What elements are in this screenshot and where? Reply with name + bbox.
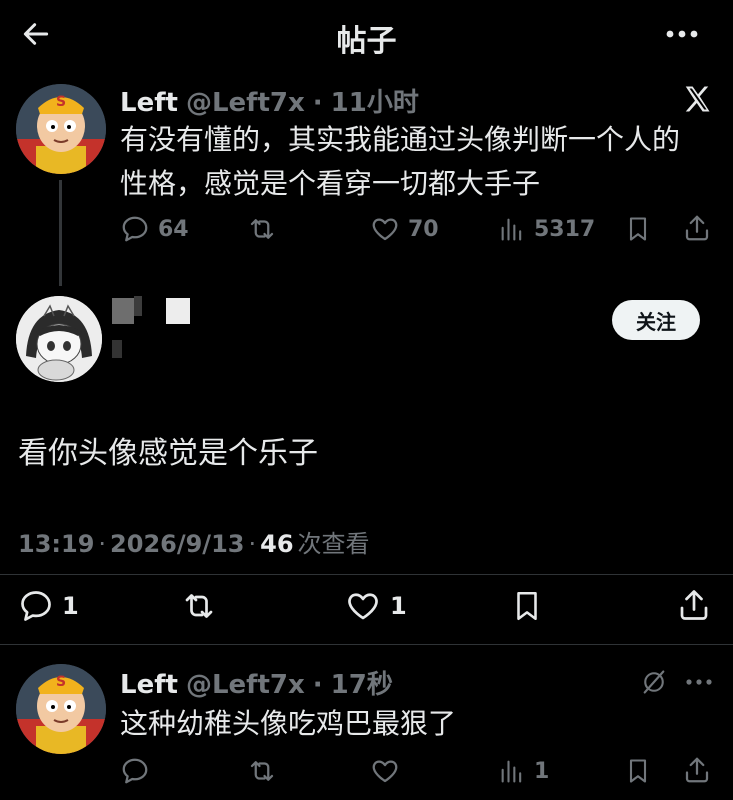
- divider: [0, 574, 733, 575]
- reply-count: 1: [62, 592, 79, 620]
- post-text-line: 性格，感觉是个看穿一切都大手子: [120, 167, 541, 200]
- redacted-name-block: [112, 298, 134, 324]
- comment-icon: [122, 758, 148, 784]
- post-time[interactable]: 13:19: [18, 530, 94, 558]
- redacted-name-block: [134, 296, 142, 316]
- cartoon-avatar-icon: S: [16, 664, 106, 754]
- views-count: 1: [534, 758, 550, 784]
- post-header: Left @Left7x · 17秒: [120, 664, 393, 701]
- x-logo-icon: [682, 84, 712, 114]
- post-time[interactable]: 11小时: [331, 82, 419, 119]
- more-horizontal-icon: [666, 30, 698, 38]
- thread-line: [59, 180, 62, 286]
- share-button[interactable]: [682, 754, 712, 786]
- like-button[interactable]: [370, 756, 400, 786]
- post-text-line: 有没有懂的，其实我能通过头像判断一个人的: [120, 123, 681, 156]
- reply-text: 这种幼稚头像吃鸡巴最狠了: [120, 707, 457, 740]
- separator: ·: [312, 88, 323, 118]
- heart-icon: [372, 218, 398, 241]
- reply-text: 看你头像感觉是个乐子: [18, 436, 318, 471]
- post-text: 有没有懂的，其实我能通过头像判断一个人的 性格，感觉是个看穿一切都大手子: [120, 118, 720, 206]
- reply-count: 64: [158, 216, 189, 242]
- avatar[interactable]: S: [16, 664, 106, 754]
- bookmark-button[interactable]: [624, 214, 652, 244]
- svg-text:S: S: [56, 94, 66, 110]
- bookmark-icon: [629, 759, 647, 783]
- bar-chart-icon: [501, 760, 522, 783]
- views-count: 46: [260, 530, 294, 558]
- bar-chart-icon: [501, 218, 522, 241]
- follow-button[interactable]: 关注: [612, 300, 700, 340]
- repost-icon: [250, 761, 274, 781]
- views-button[interactable]: 1: [498, 756, 549, 786]
- bookmark-icon: [517, 591, 537, 621]
- grok-button[interactable]: [640, 668, 668, 696]
- author-name[interactable]: Left: [120, 670, 178, 700]
- anime-avatar-icon: [16, 296, 102, 382]
- bookmark-icon: [629, 217, 647, 241]
- views-count: 5317: [534, 216, 596, 242]
- post-meta: 13:19 · 2026/9/13 · 46 次查看: [18, 524, 370, 559]
- heart-icon: [348, 593, 378, 620]
- author-handle[interactable]: @Left7x: [186, 670, 305, 700]
- repost-button[interactable]: [246, 756, 278, 786]
- grok-icon: [643, 670, 665, 694]
- repost-icon: [185, 594, 213, 618]
- separator: ·: [98, 530, 107, 558]
- repost-button[interactable]: [246, 214, 278, 244]
- divider: [0, 644, 733, 645]
- svg-text:S: S: [56, 674, 66, 690]
- share-icon: [685, 215, 709, 241]
- avatar[interactable]: [16, 296, 102, 382]
- reply-button[interactable]: [120, 756, 150, 786]
- separator: ·: [248, 530, 257, 558]
- like-button[interactable]: 1: [344, 588, 407, 624]
- heart-icon: [372, 760, 398, 783]
- reply-button[interactable]: 64: [120, 214, 189, 244]
- comment-icon: [122, 216, 148, 242]
- post-date[interactable]: 2026/9/13: [110, 530, 244, 558]
- author-name[interactable]: Left: [120, 88, 178, 118]
- more-options-button[interactable]: [684, 672, 714, 692]
- post-header: Left @Left7x · 11小时: [120, 82, 419, 119]
- comment-icon: [21, 591, 51, 621]
- like-count: 1: [390, 592, 407, 620]
- post-time[interactable]: 17秒: [331, 664, 393, 701]
- more-options-button[interactable]: [664, 22, 700, 46]
- reply-button[interactable]: 1: [18, 588, 79, 624]
- like-button[interactable]: 70: [370, 214, 439, 244]
- like-count: 70: [408, 216, 439, 242]
- redacted-name-block: [166, 298, 190, 324]
- repost-button[interactable]: [180, 588, 218, 624]
- bookmark-button[interactable]: [624, 756, 652, 786]
- separator: ·: [312, 670, 323, 700]
- views-label: 次查看: [297, 530, 370, 558]
- share-button[interactable]: [682, 212, 712, 244]
- redacted-name-block: [112, 340, 122, 358]
- views-button[interactable]: 5317: [498, 214, 595, 244]
- cartoon-avatar-icon: S: [16, 84, 106, 174]
- share-icon: [680, 590, 708, 620]
- author-handle[interactable]: @Left7x: [186, 88, 305, 118]
- share-icon: [685, 757, 709, 783]
- share-button[interactable]: [676, 586, 712, 624]
- page-title: 帖子: [336, 24, 397, 59]
- bookmark-button[interactable]: [510, 588, 544, 624]
- repost-icon: [250, 219, 274, 239]
- more-horizontal-icon: [686, 679, 712, 685]
- avatar[interactable]: S: [16, 84, 106, 174]
